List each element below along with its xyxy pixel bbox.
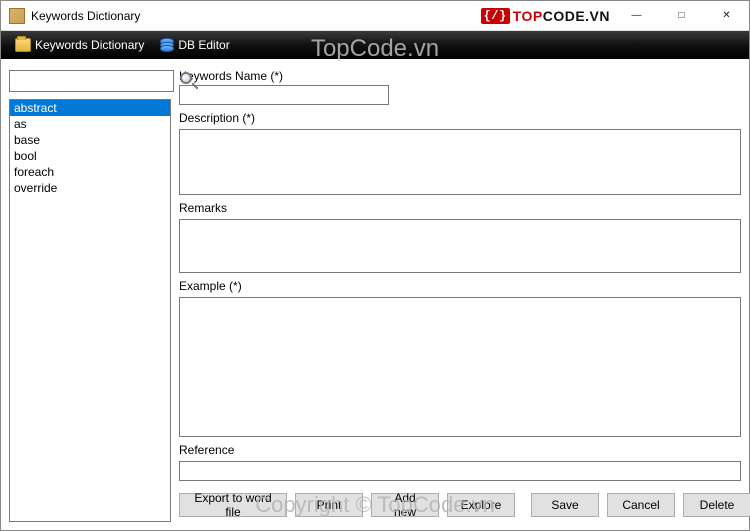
toolbar-label: Keywords Dictionary bbox=[35, 38, 144, 52]
description-textarea[interactable] bbox=[179, 129, 741, 195]
main-toolbar: Keywords Dictionary DB Editor bbox=[1, 31, 749, 59]
toolbar-keywords-dictionary[interactable]: Keywords Dictionary bbox=[7, 35, 152, 55]
reference-input[interactable] bbox=[179, 461, 741, 481]
keywords-name-input[interactable] bbox=[179, 85, 389, 105]
content-area: abstractasbaseboolforeachoverride Keywor… bbox=[1, 59, 749, 530]
brand-logo: {/} TOPCODE.VN bbox=[481, 8, 610, 24]
close-button[interactable]: ✕ bbox=[704, 1, 749, 30]
toolbar-label: DB Editor bbox=[178, 38, 229, 52]
app-icon bbox=[9, 8, 25, 24]
print-button[interactable]: Print bbox=[295, 493, 363, 517]
title-bar: Keywords Dictionary {/} TOPCODE.VN — □ ✕ bbox=[1, 1, 749, 31]
remarks-textarea[interactable] bbox=[179, 219, 741, 273]
folder-icon bbox=[15, 38, 31, 52]
search-input[interactable] bbox=[9, 70, 174, 92]
right-panel: Keywords Name (*) Description (*) Remark… bbox=[179, 67, 741, 522]
reference-label: Reference bbox=[179, 443, 741, 457]
export-button[interactable]: Export to word file bbox=[179, 493, 287, 517]
list-item[interactable]: base bbox=[10, 132, 170, 148]
maximize-button[interactable]: □ bbox=[659, 1, 704, 30]
list-item[interactable]: foreach bbox=[10, 164, 170, 180]
add-new-button[interactable]: Add new bbox=[371, 493, 439, 517]
minimize-button[interactable]: — bbox=[614, 1, 659, 30]
button-bar: Export to word file Print Add new Explor… bbox=[179, 489, 741, 517]
example-label: Example (*) bbox=[179, 279, 741, 293]
search-icon[interactable] bbox=[178, 70, 200, 92]
database-icon bbox=[160, 38, 174, 52]
cancel-button[interactable]: Cancel bbox=[607, 493, 675, 517]
delete-button[interactable]: Delete bbox=[683, 493, 750, 517]
list-item[interactable]: abstract bbox=[10, 100, 170, 116]
keywords-listbox[interactable]: abstractasbaseboolforeachoverride bbox=[9, 99, 171, 522]
list-item[interactable]: as bbox=[10, 116, 170, 132]
logo-bracket-icon: {/} bbox=[481, 8, 510, 24]
left-panel: abstractasbaseboolforeachoverride bbox=[9, 67, 171, 522]
toolbar-db-editor[interactable]: DB Editor bbox=[152, 35, 237, 55]
list-item[interactable]: override bbox=[10, 180, 170, 196]
description-label: Description (*) bbox=[179, 111, 741, 125]
remarks-label: Remarks bbox=[179, 201, 741, 215]
explore-button[interactable]: Explore bbox=[447, 493, 515, 517]
list-item[interactable]: bool bbox=[10, 148, 170, 164]
save-button[interactable]: Save bbox=[531, 493, 599, 517]
window-title: Keywords Dictionary bbox=[31, 9, 140, 23]
example-textarea[interactable] bbox=[179, 297, 741, 437]
